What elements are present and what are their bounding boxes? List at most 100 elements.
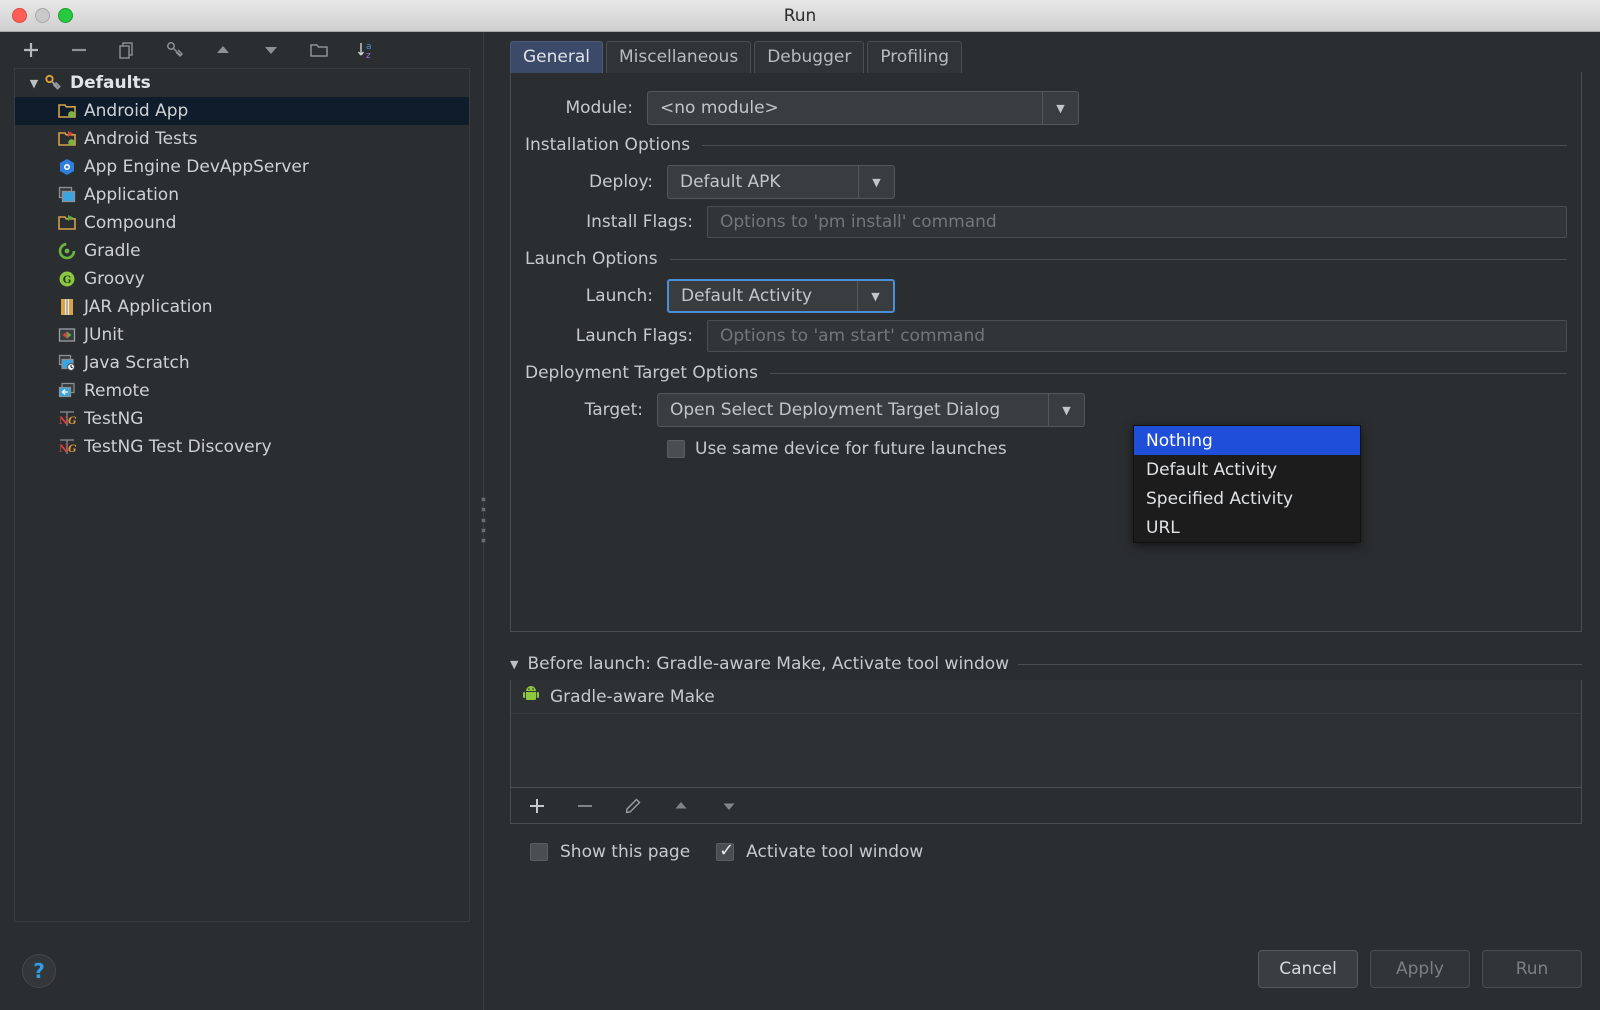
target-row: Target: Open Select Deployment Target Di…	[511, 390, 1581, 430]
tree-item-application[interactable]: Application	[15, 181, 469, 209]
chevron-down-icon[interactable]: ▼	[858, 166, 894, 198]
group-divider	[1018, 664, 1582, 665]
tab-general[interactable]: General	[510, 41, 603, 73]
install-flags-input[interactable]: Options to 'pm install' command	[707, 206, 1567, 238]
tree-root-defaults[interactable]: ▼ Defaults	[15, 69, 469, 97]
tree-item-label: Compound	[84, 213, 176, 233]
move-up-icon[interactable]	[669, 795, 693, 817]
panel-splitter[interactable]	[478, 32, 490, 1010]
install-flags-row: Install Flags: Options to 'pm install' c…	[511, 202, 1581, 242]
svg-text:G: G	[63, 275, 72, 286]
svg-text:N: N	[59, 416, 68, 427]
dropdown-option-specified-activity[interactable]: Specified Activity	[1134, 484, 1360, 513]
tree-item-testng-test-discovery[interactable]: N G TestNG Test Discovery	[15, 433, 469, 461]
splitter-grip-icon[interactable]	[481, 497, 488, 543]
configurations-toolbar: a z	[0, 32, 478, 68]
java-scratch-icon	[57, 353, 77, 373]
deploy-row: Deploy: Default APK ▼	[511, 162, 1581, 202]
install-flags-label: Install Flags:	[525, 212, 693, 232]
add-icon[interactable]	[525, 795, 549, 817]
module-combobox[interactable]: <no module> ▼	[647, 91, 1079, 125]
chevron-down-icon[interactable]: ▼	[857, 281, 893, 311]
tree-item-jar-application[interactable]: JAR Application	[15, 293, 469, 321]
tree-item-app-engine-devappserver[interactable]: App Engine DevAppServer	[15, 153, 469, 181]
target-combobox[interactable]: Open Select Deployment Target Dialog ▼	[657, 393, 1085, 427]
dropdown-option-label: Specified Activity	[1146, 489, 1293, 509]
move-down-icon[interactable]	[258, 38, 284, 62]
chevron-down-icon[interactable]: ▼	[1042, 92, 1078, 124]
dropdown-option-nothing[interactable]: Nothing	[1134, 426, 1360, 455]
target-label: Target:	[525, 400, 643, 420]
tree-item-label: Remote	[84, 381, 150, 401]
tab-label: Miscellaneous	[619, 47, 738, 67]
dropdown-option-url[interactable]: URL	[1134, 513, 1360, 542]
folder-icon[interactable]	[306, 38, 332, 62]
launch-value: Default Activity	[669, 281, 857, 311]
edit-template-icon[interactable]	[162, 38, 188, 62]
launch-flags-input[interactable]: Options to 'am start' command	[707, 320, 1567, 352]
chevron-down-icon[interactable]: ▼	[25, 77, 43, 90]
before-launch-list[interactable]: Gradle-aware Make	[510, 680, 1582, 788]
tab-miscellaneous[interactable]: Miscellaneous	[606, 41, 751, 73]
tab-profiling[interactable]: Profiling	[867, 41, 962, 73]
tree-item-android-tests[interactable]: Android Tests	[15, 125, 469, 153]
tree-item-gradle[interactable]: Gradle	[15, 237, 469, 265]
run-configurations-tree[interactable]: ▼ Defaults Android App	[14, 68, 470, 922]
launch-row: Launch: Default Activity ▼	[511, 276, 1581, 316]
sort-alphabetically-icon[interactable]: a z	[354, 38, 380, 62]
tab-debugger[interactable]: Debugger	[754, 41, 864, 73]
remove-icon[interactable]	[66, 38, 92, 62]
tree-item-android-app[interactable]: Android App	[15, 97, 469, 125]
tree-item-groovy[interactable]: G Groovy	[15, 265, 469, 293]
general-tab-content: Module: <no module> ▼ Installation Optio…	[510, 72, 1582, 632]
add-icon[interactable]	[18, 38, 44, 62]
bottom-checkboxes: Show this page Activate tool window	[530, 842, 1582, 862]
tree-item-remote[interactable]: Remote	[15, 377, 469, 405]
dropdown-option-label: Nothing	[1146, 431, 1213, 451]
deployment-target-group: Deployment Target Options	[511, 356, 1567, 390]
group-divider	[670, 259, 1567, 260]
tab-label: General	[523, 47, 590, 67]
use-same-device-row[interactable]: Use same device for future launches	[511, 430, 1581, 468]
show-this-page-checkbox[interactable]	[530, 843, 548, 861]
apply-button[interactable]: Apply	[1370, 950, 1470, 988]
remove-icon[interactable]	[573, 795, 597, 817]
cancel-button[interactable]: Cancel	[1258, 950, 1358, 988]
tree-item-java-scratch[interactable]: Java Scratch	[15, 349, 469, 377]
list-item-label: Gradle-aware Make	[550, 687, 715, 707]
move-down-icon[interactable]	[717, 795, 741, 817]
help-button[interactable]: ?	[22, 954, 56, 988]
activate-tool-window-checkbox[interactable]	[716, 843, 734, 861]
tree-item-junit[interactable]: JUnit	[15, 321, 469, 349]
tree-item-label: TestNG Test Discovery	[84, 437, 272, 457]
app-engine-icon	[57, 157, 77, 177]
compound-icon	[57, 213, 77, 233]
list-item[interactable]: Gradle-aware Make	[511, 680, 1581, 714]
before-launch-header[interactable]: ▼ Before launch: Gradle-aware Make, Acti…	[510, 654, 1582, 674]
chevron-down-icon[interactable]: ▼	[510, 658, 518, 671]
tree-item-label: JUnit	[84, 325, 124, 345]
group-divider	[702, 145, 1567, 146]
launch-dropdown-popup[interactable]: Nothing Default Activity Specified Activ…	[1133, 425, 1361, 543]
launch-flags-label: Launch Flags:	[525, 326, 693, 346]
tree-item-testng[interactable]: N G TestNG	[15, 405, 469, 433]
deploy-value: Default APK	[668, 166, 858, 198]
target-value: Open Select Deployment Target Dialog	[658, 394, 1048, 426]
deploy-combobox[interactable]: Default APK ▼	[667, 165, 895, 199]
configuration-editor-panel: General Miscellaneous Debugger Profiling…	[490, 32, 1600, 1010]
copy-icon[interactable]	[114, 38, 140, 62]
editor-tabs: General Miscellaneous Debugger Profiling	[490, 32, 1582, 72]
edit-icon[interactable]	[621, 795, 645, 817]
chevron-down-icon[interactable]: ▼	[1048, 394, 1084, 426]
testng-icon: N G	[57, 437, 77, 457]
launch-combobox[interactable]: Default Activity ▼	[667, 279, 895, 313]
move-up-icon[interactable]	[210, 38, 236, 62]
android-app-icon	[57, 101, 77, 121]
use-same-device-checkbox[interactable]	[667, 440, 685, 458]
run-button[interactable]: Run	[1482, 950, 1582, 988]
launch-options-title: Launch Options	[525, 249, 658, 269]
tree-item-compound[interactable]: Compound	[15, 209, 469, 237]
installation-options-title: Installation Options	[525, 135, 690, 155]
dropdown-option-default-activity[interactable]: Default Activity	[1134, 455, 1360, 484]
svg-text:N: N	[59, 444, 68, 455]
